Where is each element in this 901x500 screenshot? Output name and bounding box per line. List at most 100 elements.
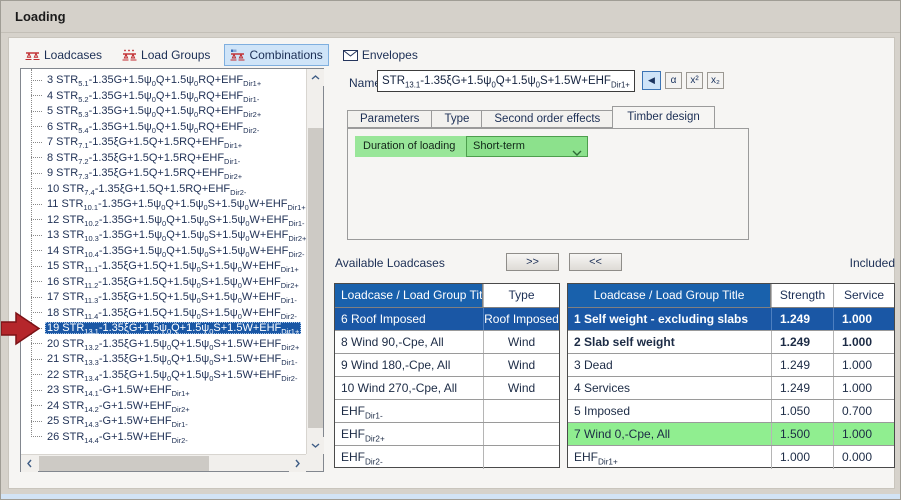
loadcase-type: Wind xyxy=(483,331,559,353)
design-tab-bar: Parameters Type Second order effects Tim… xyxy=(347,106,715,128)
strength-factor: 1.050 xyxy=(771,400,833,422)
combination-item[interactable]: 20 STR13.2-1.35ξG+1.5ψ0Q+1.5ψ0S+1.5W+EHF… xyxy=(21,337,306,353)
loadcases-icon xyxy=(25,49,40,62)
tree-branch-line xyxy=(31,250,42,252)
name-toolbar: ◀ α x² x₂ xyxy=(642,71,724,90)
combination-item[interactable]: 9 STR7.3-1.35ξG+1.5Q+1.5RQ+EHFDir2+ xyxy=(21,166,306,182)
tab-envelopes[interactable]: Envelopes xyxy=(337,44,424,66)
loading-window: Loading Loadcases Load Groups Combinatio… xyxy=(0,0,901,500)
combination-item[interactable]: 6 STR5.4-1.35G+1.5ψ0Q+1.5ψ0RQ+EHFDir2- xyxy=(21,120,306,136)
subscript-button[interactable]: x₂ xyxy=(707,72,724,89)
tab-loadcases-label: Loadcases xyxy=(44,48,103,62)
service-factor: 1.000 xyxy=(833,354,894,376)
tab-timber-design[interactable]: Timber design xyxy=(612,106,715,128)
combination-item[interactable]: 22 STR13.4-1.35ξG+1.5ψ0Q+1.5ψ0S+1.5W+EHF… xyxy=(21,368,306,384)
horizontal-scroll-thumb[interactable] xyxy=(39,456,209,471)
combination-item[interactable]: 24 STR14.2-G+1.5W+EHFDir2+ xyxy=(21,399,306,415)
scroll-up-icon[interactable] xyxy=(307,69,324,86)
available-loadcase-row[interactable]: 9 Wind 180,-Cpe, All Wind xyxy=(335,354,559,377)
duration-of-loading-label: Duration of loading xyxy=(355,136,466,157)
tree-branch-line xyxy=(31,420,42,422)
available-loadcase-row[interactable]: 6 Roof Imposed Roof Imposed xyxy=(335,308,559,331)
available-loadcases-label: Available Loadcases xyxy=(335,256,445,270)
combinations-tree: 3 STR5.1-1.35G+1.5ψ0Q+1.5ψ0RQ+EHFDir1+ 4 … xyxy=(20,68,324,472)
chevron-down-icon xyxy=(572,144,582,163)
available-loadcase-row[interactable]: 10 Wind 270,-Cpe, All Wind xyxy=(335,377,559,400)
combination-item[interactable]: 16 STR11.2-1.35ξG+1.5Q+1.5ψ0S+1.5ψ0W+EHF… xyxy=(21,275,306,291)
combination-item[interactable]: 15 STR11.1-1.35ξG+1.5Q+1.5ψ0S+1.5ψ0W+EHF… xyxy=(21,259,306,275)
tree-branch-line xyxy=(31,234,42,236)
column-header-title[interactable]: Loadcase / Load Group Title xyxy=(335,284,483,307)
loadcase-type xyxy=(483,423,559,445)
column-header-service[interactable]: Service xyxy=(833,284,894,307)
tree-branch-line xyxy=(31,281,42,283)
vertical-scroll-thumb[interactable] xyxy=(308,128,323,428)
combination-item[interactable]: 14 STR10.4-1.35G+1.5ψ0Q+1.5ψ0S+1.5ψ0W+EH… xyxy=(21,244,306,260)
timber-design-panel: Duration of loading Short-term xyxy=(347,128,749,240)
combination-item[interactable]: 17 STR11.3-1.35ξG+1.5Q+1.5ψ0S+1.5ψ0W+EHF… xyxy=(21,290,306,306)
combination-item[interactable]: 11 STR10.1-1.35G+1.5ψ0Q+1.5ψ0S+1.5ψ0W+EH… xyxy=(21,197,306,213)
tab-type[interactable]: Type xyxy=(431,110,482,128)
combination-item[interactable]: 21 STR13.3-1.35ξG+1.5ψ0Q+1.5ψ0S+1.5W+EHF… xyxy=(21,352,306,368)
strength-factor: 1.249 xyxy=(771,354,833,376)
combination-item[interactable]: 7 STR7.1-1.35ξG+1.5Q+1.5RQ+EHFDir1+ xyxy=(21,135,306,151)
scroll-down-icon[interactable] xyxy=(307,437,324,454)
tab-parameters[interactable]: Parameters xyxy=(347,110,432,128)
scroll-left-icon[interactable] xyxy=(21,455,38,472)
strength-factor: 1.249 xyxy=(771,331,833,353)
included-loadcase-row[interactable]: 1 Self weight - excluding slabs 1.249 1.00… xyxy=(568,308,894,331)
column-header-type[interactable]: Type xyxy=(483,284,559,307)
combination-item[interactable]: 19 STR13.1-1.35ξG+1.5ψ0Q+1.5ψ0S+1.5W+EHF… xyxy=(21,321,306,337)
remove-from-combination-button[interactable]: << xyxy=(569,253,622,271)
combination-item[interactable]: 4 STR5.2-1.35G+1.5ψ0Q+1.5ψ0RQ+EHFDir1- xyxy=(21,89,306,105)
combination-item[interactable]: 10 STR7.4-1.35ξG+1.5Q+1.5RQ+EHFDir2- xyxy=(21,182,306,198)
superscript-button[interactable]: x² xyxy=(686,72,703,89)
combination-item[interactable]: 8 STR7.2-1.35ξG+1.5Q+1.5RQ+EHFDir1- xyxy=(21,151,306,167)
alpha-button[interactable]: α xyxy=(665,72,682,89)
loadcase-type: Wind xyxy=(483,354,559,376)
tree-vertical-scrollbar[interactable] xyxy=(306,69,324,454)
tab-loadcases[interactable]: Loadcases xyxy=(19,44,108,66)
column-header-title[interactable]: Loadcase / Load Group Title xyxy=(568,284,771,307)
tab-second-order-effects[interactable]: Second order effects xyxy=(481,110,613,128)
available-loadcase-row[interactable]: EHFDir1- xyxy=(335,400,559,423)
combination-item[interactable]: 13 STR10.3-1.35G+1.5ψ0Q+1.5ψ0S+1.5ψ0W+EH… xyxy=(21,228,306,244)
service-factor: 1.000 xyxy=(833,331,894,353)
combination-item[interactable]: 12 STR10.2-1.35G+1.5ψ0Q+1.5ψ0S+1.5ψ0W+EH… xyxy=(21,213,306,229)
duration-of-loading-value: Short-term xyxy=(473,140,525,152)
tree-branch-line xyxy=(31,203,42,205)
tree-branch-line xyxy=(31,172,42,174)
included-loadcase-row[interactable]: EHFDir1+ 1.000 0.000 xyxy=(568,446,894,469)
included-loadcase-row[interactable]: 7 Wind 0,-Cpe, All 1.500 1.000 xyxy=(568,423,894,446)
available-loadcase-row[interactable]: EHFDir2- xyxy=(335,446,559,469)
add-to-combination-button[interactable]: >> xyxy=(506,253,559,271)
available-loadcase-row[interactable]: 8 Wind 90,-Cpe, All Wind xyxy=(335,331,559,354)
tab-combinations-label: Combinations xyxy=(249,48,323,62)
tree-horizontal-scrollbar[interactable] xyxy=(21,454,306,472)
loadcase-title: 8 Wind 90,-Cpe, All xyxy=(341,335,444,349)
combination-item[interactable]: 18 STR11.4-1.35ξG+1.5Q+1.5ψ0S+1.5ψ0W+EHF… xyxy=(21,306,306,322)
included-loadcase-row[interactable]: 2 Slab self weight 1.249 1.000 xyxy=(568,331,894,354)
combinations-list: 3 STR5.1-1.35G+1.5ψ0Q+1.5ψ0RQ+EHFDir1+ 4 … xyxy=(21,69,306,454)
combination-item[interactable]: 25 STR14.3-G+1.5W+EHFDir1- xyxy=(21,414,306,430)
name-input[interactable]: STR13.1-1.35ξG+1.5ψ0Q+1.5ψ0S+1.5W+EHFDir… xyxy=(377,70,635,92)
available-loadcases-table: Loadcase / Load Group Title Type 6 Roof … xyxy=(334,283,560,469)
included-loadcase-row[interactable]: 3 Dead 1.249 1.000 xyxy=(568,354,894,377)
window-title: Loading xyxy=(15,9,66,24)
combination-item[interactable]: 5 STR5.3-1.35G+1.5ψ0Q+1.5ψ0RQ+EHFDir2+ xyxy=(21,104,306,120)
red-pointer-arrow xyxy=(0,311,41,351)
insert-symbol-button[interactable]: ◀ xyxy=(642,71,661,90)
column-header-strength[interactable]: Strength xyxy=(771,284,833,307)
combination-item[interactable]: 23 STR14.1-G+1.5W+EHFDir1+ xyxy=(21,383,306,399)
tree-branch-line xyxy=(31,436,42,438)
combination-item[interactable]: 3 STR5.1-1.35G+1.5ψ0Q+1.5ψ0RQ+EHFDir1+ xyxy=(21,73,306,89)
included-loadcase-row[interactable]: 4 Services 1.249 1.000 xyxy=(568,377,894,400)
tree-branch-line xyxy=(31,389,42,391)
tab-load-groups[interactable]: Load Groups xyxy=(116,44,216,66)
included-loadcase-row[interactable]: 5 Imposed 1.050 0.700 xyxy=(568,400,894,423)
scroll-right-icon[interactable] xyxy=(289,455,306,472)
duration-of-loading-select[interactable]: Short-term xyxy=(466,136,588,157)
available-loadcase-row[interactable]: EHFDir2+ xyxy=(335,423,559,446)
combination-item[interactable]: 26 STR14.4-G+1.5W+EHFDir2- xyxy=(21,430,306,446)
tab-combinations[interactable]: Combinations xyxy=(224,44,329,66)
